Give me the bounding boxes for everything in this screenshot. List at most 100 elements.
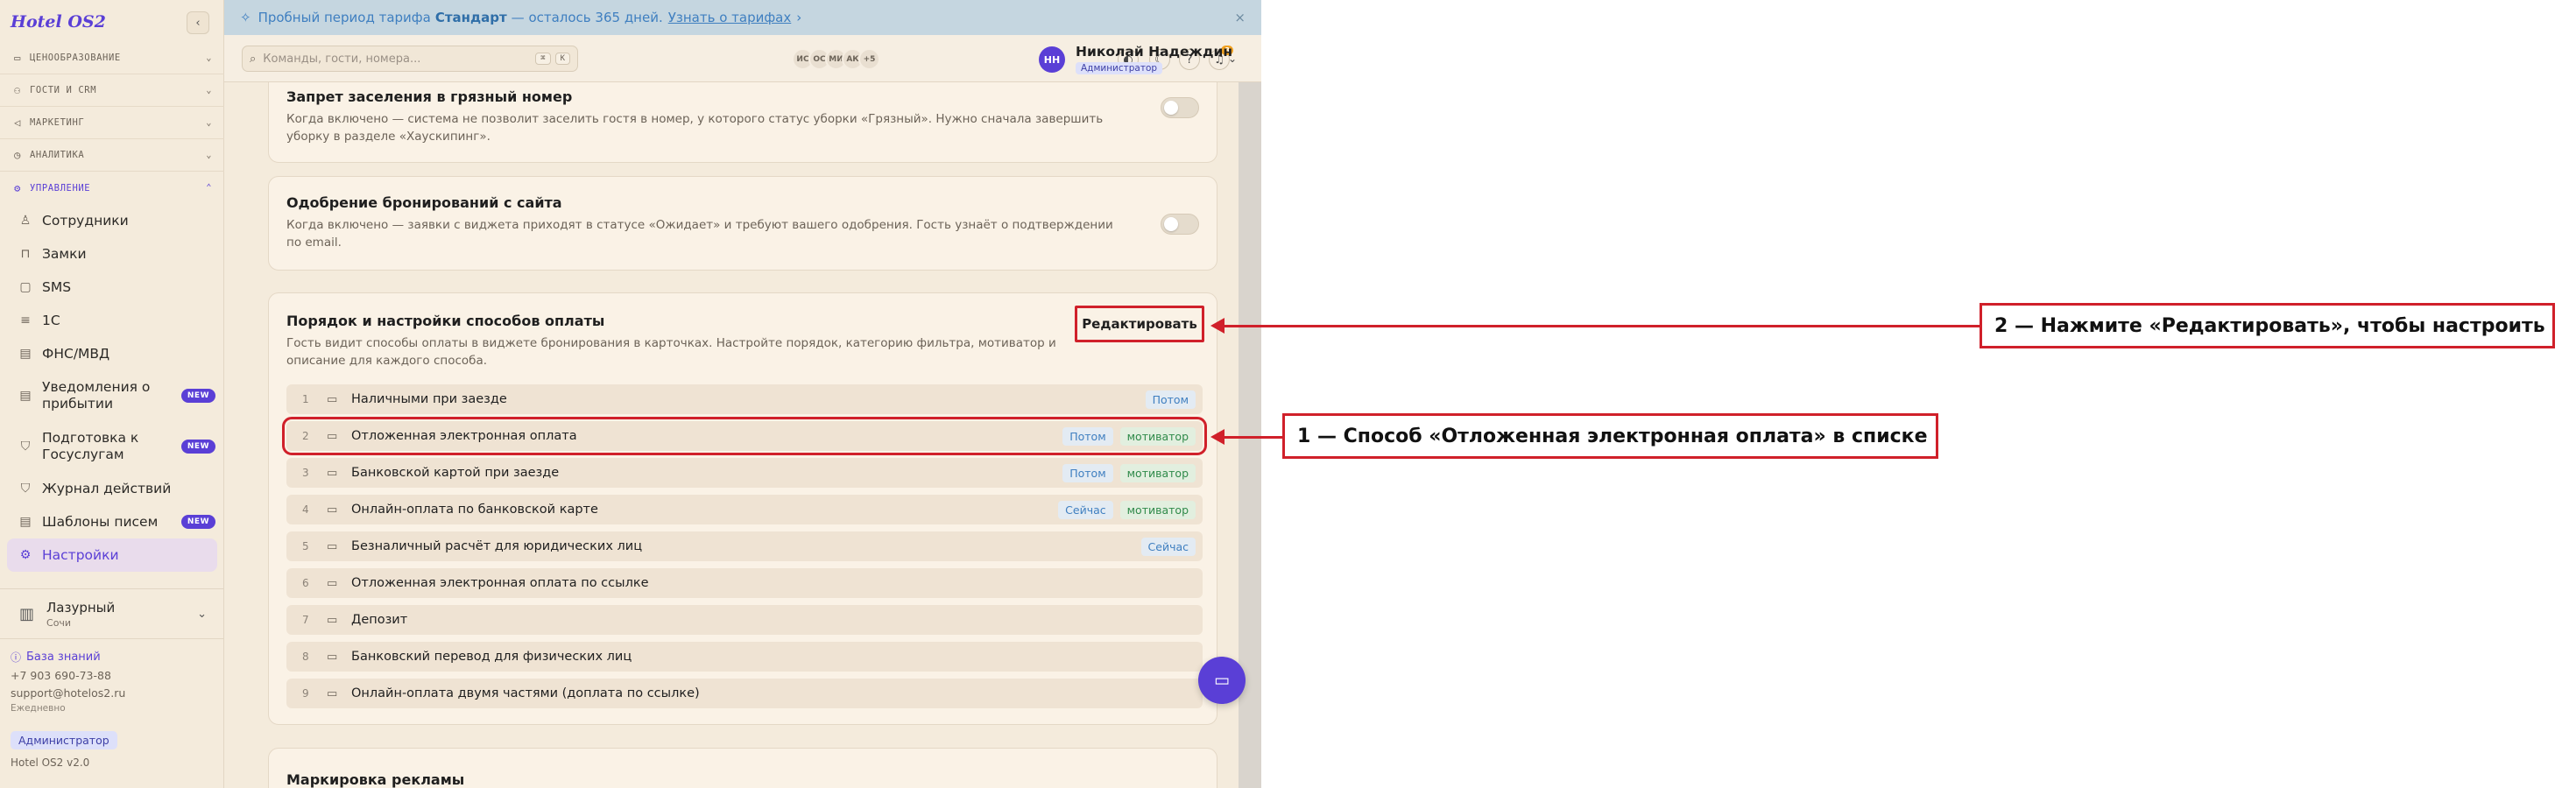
payment-method-name: Наличными при заезде — [351, 392, 507, 406]
payment-method-tag: Потом — [1145, 390, 1196, 409]
document-icon: ▤ — [19, 389, 32, 403]
banner-suffix: — осталось 365 дней. — [511, 10, 663, 25]
megaphone-icon: ◁ — [14, 116, 21, 129]
payment-method-row[interactable]: 2 ▭ Отложенная электронная оплата Потом моти… — [282, 417, 1207, 455]
payment-method-order: 3 — [302, 467, 309, 479]
chevron-down-icon: ⌄ — [206, 53, 212, 63]
sidebar-item[interactable]: ⊓ Замки — [0, 237, 224, 271]
sidebar-item[interactable]: ⚙ Настройки — [7, 538, 217, 572]
sidebar-group-label: ГОСТИ И CRM — [30, 85, 97, 95]
document-icon: ▤ — [19, 347, 32, 361]
hotel-switcher[interactable]: ▥ Лазурный Сочи ⌄ — [0, 588, 224, 639]
edit-payment-methods-button[interactable]: Редактировать — [1075, 306, 1204, 342]
new-badge: NEW — [180, 515, 215, 529]
sidebar-item[interactable]: ≡ 1С — [0, 304, 224, 337]
annotation-arrow-2 — [1223, 325, 1980, 327]
sidebar-item[interactable]: ♙ Сотрудники — [0, 204, 224, 237]
payment-method-name: Банковской картой при заезде — [351, 466, 560, 480]
sidebar-item[interactable]: ▢ SMS — [0, 271, 224, 304]
chevron-left-icon: ‹ — [195, 16, 201, 30]
chevron-down-icon: ⌄ — [206, 85, 212, 95]
clock-icon: ◷ — [14, 149, 21, 161]
hotel-name: Лазурный — [46, 599, 116, 616]
card-icon: ▭ — [327, 613, 338, 627]
payment-method-row[interactable]: 8 ▭ Банковский перевод для физических лиц — [286, 642, 1203, 672]
close-icon[interactable]: × — [1234, 10, 1246, 25]
shortcut-key: K — [554, 53, 570, 65]
role-badge: Администратор — [11, 731, 117, 749]
chat-button[interactable]: ▭ — [1198, 657, 1246, 704]
banner-plan: Стандарт — [434, 10, 507, 25]
card-icon: ▭ — [327, 429, 338, 443]
user-avatar[interactable]: НН — [1039, 46, 1065, 73]
sidebar-group[interactable]: ◷ АНАЛИТИКА ⌄ — [0, 139, 224, 172]
pricing-link[interactable]: Узнать о тарифах — [668, 10, 792, 25]
sidebar-group[interactable]: ⚙ УПРАВЛЕНИЕ ⌃ — [0, 172, 224, 204]
online-user-avatar[interactable]: +5 — [858, 48, 880, 70]
command-search: ⌕ ⌘ K — [242, 46, 578, 72]
sidebar: Hotel OS2 ‹ ▭ ЦЕНООБРАЗОВАНИЕ ⌄ ⚇ ГОСТИ И CR… — [0, 0, 224, 788]
dirty-room-toggle[interactable] — [1161, 97, 1199, 118]
sidebar-group[interactable]: ◁ МАРКЕТИНГ ⌄ — [0, 107, 224, 139]
sidebar-item-label: Сотрудники — [42, 212, 129, 229]
trial-banner: ✧ Пробный период тарифа Стандарт — остал… — [224, 0, 1261, 35]
payment-method-tag: мотиватор — [1119, 463, 1196, 482]
sidebar-item-label: Настройки — [42, 546, 119, 563]
card-title: Маркировка рекламы — [286, 771, 465, 788]
payment-method-tag: Сейчас — [1140, 537, 1196, 556]
app-version: Hotel OS2 v2.0 — [11, 756, 90, 769]
knowledge-base-link[interactable]: ⓘ База знаний — [11, 650, 212, 665]
search-input[interactable] — [263, 52, 532, 66]
payment-method-tag: мотиватор — [1119, 426, 1196, 446]
payment-method-row[interactable]: 7 ▭ Депозит — [286, 605, 1203, 635]
setting-card-booking-approval: Одобрение бронирований с сайта Когда вкл… — [268, 176, 1217, 271]
chevron-up-icon: ⌃ — [206, 183, 212, 193]
sidebar-item-label: Шаблоны писем — [42, 513, 159, 530]
payment-method-row[interactable]: 9 ▭ Онлайн-оплата двумя частями (доплата п… — [286, 679, 1203, 708]
payment-method-row[interactable]: 3 ▭ Банковской картой при заезде Потом мотив… — [286, 458, 1203, 488]
booking-approval-toggle[interactable] — [1161, 214, 1199, 235]
sidebar-group[interactable]: ⚇ ГОСТИ И CRM ⌄ — [0, 74, 224, 107]
payment-method-name: Депозит — [351, 613, 408, 627]
card-icon: ▭ — [327, 576, 338, 590]
app-logo[interactable]: Hotel OS2 — [11, 12, 106, 32]
payment-method-order: 9 — [302, 687, 309, 700]
sidebar-item-label: Замки — [42, 245, 87, 262]
support-email[interactable]: support@hotelos2.ru — [11, 686, 212, 700]
card-icon: ▭ — [327, 539, 338, 553]
chevron-right-icon: › — [796, 10, 802, 25]
card-icon: ▭ — [327, 392, 338, 406]
payment-method-row[interactable]: 1 ▭ Наличными при заезде Потом — [286, 384, 1203, 414]
setting-card-ad-marking: Маркировка рекламы — [268, 748, 1217, 788]
payment-method-row[interactable]: 4 ▭ Онлайн-оплата по банковской карте Сейча… — [286, 495, 1203, 524]
user-name[interactable]: Николай Надеждин — [1076, 44, 1232, 60]
card-description: Когда включено — система не позволит зас… — [286, 112, 1104, 144]
sidebar-item[interactable]: ▤ Уведомления о прибытии NEW — [0, 370, 224, 421]
users-icon: ⚇ — [14, 84, 21, 96]
sidebar-item[interactable]: ▤ ФНС/МВД — [0, 337, 224, 370]
payment-method-row[interactable]: 5 ▭ Безналичный расчёт для юридических лиц… — [286, 531, 1203, 561]
annotation-step-1: 1 — Способ «Отложенная электронная оплат… — [1282, 413, 1938, 459]
shield-icon: ⛉ — [20, 482, 31, 496]
document-icon: ▤ — [19, 515, 32, 529]
banner-prefix: Пробный период тарифа — [258, 10, 431, 25]
support-phone[interactable]: +7 903 690-73-88 — [11, 669, 212, 682]
chevron-down-icon[interactable]: ⌄ — [1228, 53, 1237, 65]
sidebar-item[interactable]: ⛉ Журнал действий — [0, 472, 224, 505]
sidebar-group[interactable]: ▭ ЦЕНООБРАЗОВАНИЕ ⌄ — [0, 42, 224, 74]
payment-method-order: 5 — [302, 540, 309, 552]
hotel-city: Сочи — [46, 616, 72, 629]
payment-method-name: Отложенная электронная оплата по ссылке — [351, 576, 649, 590]
new-badge: NEW — [180, 389, 215, 403]
sidebar-collapse-button[interactable]: ‹ — [187, 11, 209, 34]
topbar: ⌕ ⌘ K ИСОСМИАК+5 ◐ ☾ ? ♫ 3 НН Николай На… — [224, 35, 1261, 82]
user-role: Администратор — [1076, 62, 1163, 74]
sidebar-item[interactable]: ▤ Шаблоны писем NEW — [0, 505, 224, 538]
main-area: ✧ Пробный период тарифа Стандарт — остал… — [224, 0, 1261, 788]
sidebar-item[interactable]: ⛉ Подготовка к Госуслугам NEW — [0, 421, 224, 472]
chat-icon: ▭ — [1214, 671, 1230, 690]
card-description: Когда включено — заявки с виджета приход… — [286, 218, 1113, 250]
chevron-down-icon: ⌄ — [206, 117, 212, 128]
payment-method-row[interactable]: 6 ▭ Отложенная электронная оплата по ссылк… — [286, 568, 1203, 598]
settings-content: Запрет заселения в грязный номер Когда в… — [224, 82, 1261, 788]
